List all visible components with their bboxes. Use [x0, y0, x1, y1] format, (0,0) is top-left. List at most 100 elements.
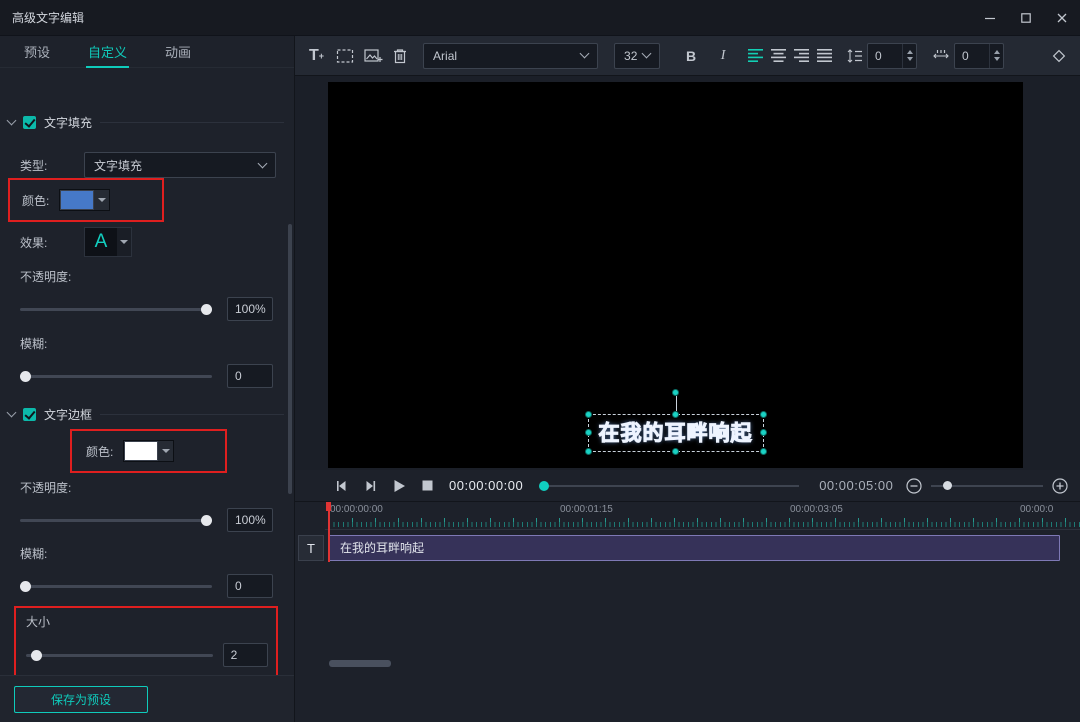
- titlebar: 高级文字编辑: [0, 0, 1080, 36]
- fill-opacity-slider[interactable]: [20, 308, 212, 311]
- next-frame-icon[interactable]: [364, 480, 377, 492]
- text-selection[interactable]: 在我的耳畔响起: [588, 414, 764, 452]
- tab-customize[interactable]: 自定义: [86, 36, 129, 67]
- add-image-icon[interactable]: [364, 43, 383, 69]
- text-clip[interactable]: 在我的耳畔响起: [329, 535, 1060, 561]
- stepper-up-icon[interactable]: [994, 50, 1000, 54]
- border-size-label-row: 大小: [26, 613, 50, 630]
- font-family-select[interactable]: Arial: [423, 43, 598, 69]
- stepper-up-icon[interactable]: [907, 50, 913, 54]
- chevron-down-icon: [162, 449, 170, 453]
- border-opacity-slider[interactable]: [20, 519, 212, 522]
- stop-icon[interactable]: [422, 480, 433, 491]
- text-bounding-box[interactable]: 在我的耳畔响起: [588, 414, 764, 452]
- zoom-in-icon[interactable]: [1052, 478, 1068, 494]
- resize-handle-bottom[interactable]: [672, 448, 679, 455]
- align-justify-icon[interactable]: [817, 43, 832, 69]
- zoom-out-icon[interactable]: [906, 478, 922, 494]
- resize-handle-right[interactable]: [760, 429, 767, 436]
- play-icon[interactable]: [393, 479, 406, 493]
- font-size-select[interactable]: 32: [614, 43, 660, 69]
- playhead[interactable]: [328, 502, 330, 562]
- add-text-icon[interactable]: T+: [309, 43, 324, 69]
- timeline-ruler[interactable]: 00:00:00:00 00:00:01:15 00:00:03:05 00:0…: [325, 502, 1080, 530]
- border-size-slider[interactable]: [26, 654, 213, 657]
- resize-handle-top-left[interactable]: [585, 411, 592, 418]
- fill-blur-slider[interactable]: [20, 375, 212, 378]
- fill-blur-value[interactable]: 0: [227, 364, 273, 388]
- slider-handle[interactable]: [31, 650, 42, 661]
- duration: 00:00:05:00: [819, 478, 893, 493]
- border-blur-value[interactable]: 0: [227, 574, 273, 598]
- bold-button[interactable]: B: [682, 48, 700, 64]
- close-button[interactable]: [1044, 0, 1080, 35]
- panel-bottom-bar: 保存为预设: [0, 675, 294, 722]
- border-color-picker[interactable]: [123, 440, 174, 462]
- fill-color-picker[interactable]: [59, 189, 110, 211]
- slider-handle[interactable]: [20, 371, 31, 382]
- playback-bar: 00:00:00:00 00:00:05:00: [295, 470, 1080, 502]
- align-center-icon[interactable]: [771, 43, 786, 69]
- seek-handle[interactable]: [539, 481, 549, 491]
- preview-text[interactable]: 在我的耳畔响起: [599, 422, 753, 445]
- tab-animation[interactable]: 动画: [163, 36, 193, 67]
- stepper-down-icon[interactable]: [907, 57, 913, 61]
- collapse-chevron-icon[interactable]: [7, 116, 17, 126]
- border-opacity-row: 100%: [20, 508, 276, 532]
- resize-handle-left[interactable]: [585, 429, 592, 436]
- fill-type-dropdown[interactable]: 文字填充: [84, 152, 276, 178]
- window-title: 高级文字编辑: [12, 9, 84, 26]
- video-preview[interactable]: 在我的耳畔响起: [328, 82, 1023, 468]
- align-right-icon[interactable]: [794, 43, 809, 69]
- track-type-badge: T: [298, 535, 324, 561]
- seek-bar[interactable]: [543, 485, 799, 487]
- fill-color-swatch[interactable]: [60, 190, 94, 210]
- italic-button[interactable]: I: [714, 48, 732, 64]
- text-fill-checkbox[interactable]: [23, 116, 36, 129]
- fill-effect-picker[interactable]: A: [84, 227, 132, 257]
- trash-icon[interactable]: [393, 43, 407, 69]
- resize-handle-bottom-right[interactable]: [760, 448, 767, 455]
- advanced-settings-icon[interactable]: [1052, 43, 1066, 69]
- resize-handle-top-right[interactable]: [760, 411, 767, 418]
- effect-dropdown-arrow[interactable]: [117, 228, 131, 256]
- line-spacing-icon[interactable]: [846, 43, 862, 69]
- tab-presets[interactable]: 预设: [22, 36, 52, 67]
- stepper-arrows[interactable]: [902, 44, 916, 68]
- slider-handle[interactable]: [201, 515, 212, 526]
- fill-color-dropdown-arrow[interactable]: [94, 190, 109, 210]
- slider-handle[interactable]: [20, 581, 31, 592]
- border-color-dropdown-arrow[interactable]: [158, 441, 173, 461]
- border-color-swatch[interactable]: [124, 441, 158, 461]
- align-left-icon[interactable]: [748, 43, 763, 69]
- text-box-icon[interactable]: [336, 43, 354, 69]
- letter-spacing-stepper[interactable]: 0: [954, 43, 1004, 69]
- border-size-value[interactable]: 2: [223, 643, 268, 667]
- text-border-checkbox[interactable]: [23, 408, 36, 421]
- resize-handle-top[interactable]: [672, 411, 679, 418]
- timeline: 00:00:00:00 00:00:01:15 00:00:03:05 00:0…: [295, 502, 1080, 722]
- fill-effect-row: 效果: A: [20, 226, 132, 258]
- timeline-horizontal-scrollbar[interactable]: [329, 660, 391, 667]
- collapse-chevron-icon[interactable]: [7, 408, 17, 418]
- zoom-slider[interactable]: [931, 485, 1043, 487]
- border-opacity-label-row: 不透明度:: [20, 479, 71, 496]
- zoom-slider-handle[interactable]: [943, 481, 952, 490]
- text-toolbar: T+ Arial 32 B I: [295, 36, 1080, 76]
- letter-spacing-icon[interactable]: [933, 43, 949, 69]
- fill-opacity-value[interactable]: 100%: [227, 297, 273, 321]
- border-opacity-value[interactable]: 100%: [227, 508, 273, 532]
- minimize-button[interactable]: [972, 0, 1008, 35]
- panel-scrollbar[interactable]: [288, 224, 292, 494]
- ruler-label: 00:00:01:15: [560, 504, 613, 515]
- rotation-handle[interactable]: [672, 389, 679, 396]
- line-spacing-stepper[interactable]: 0: [867, 43, 917, 69]
- resize-handle-bottom-left[interactable]: [585, 448, 592, 455]
- stepper-down-icon[interactable]: [994, 57, 1000, 61]
- border-blur-slider[interactable]: [20, 585, 212, 588]
- previous-frame-icon[interactable]: [335, 480, 348, 492]
- stepper-arrows[interactable]: [989, 44, 1003, 68]
- save-preset-button[interactable]: 保存为预设: [14, 686, 148, 713]
- maximize-button[interactable]: [1008, 0, 1044, 35]
- slider-handle[interactable]: [201, 304, 212, 315]
